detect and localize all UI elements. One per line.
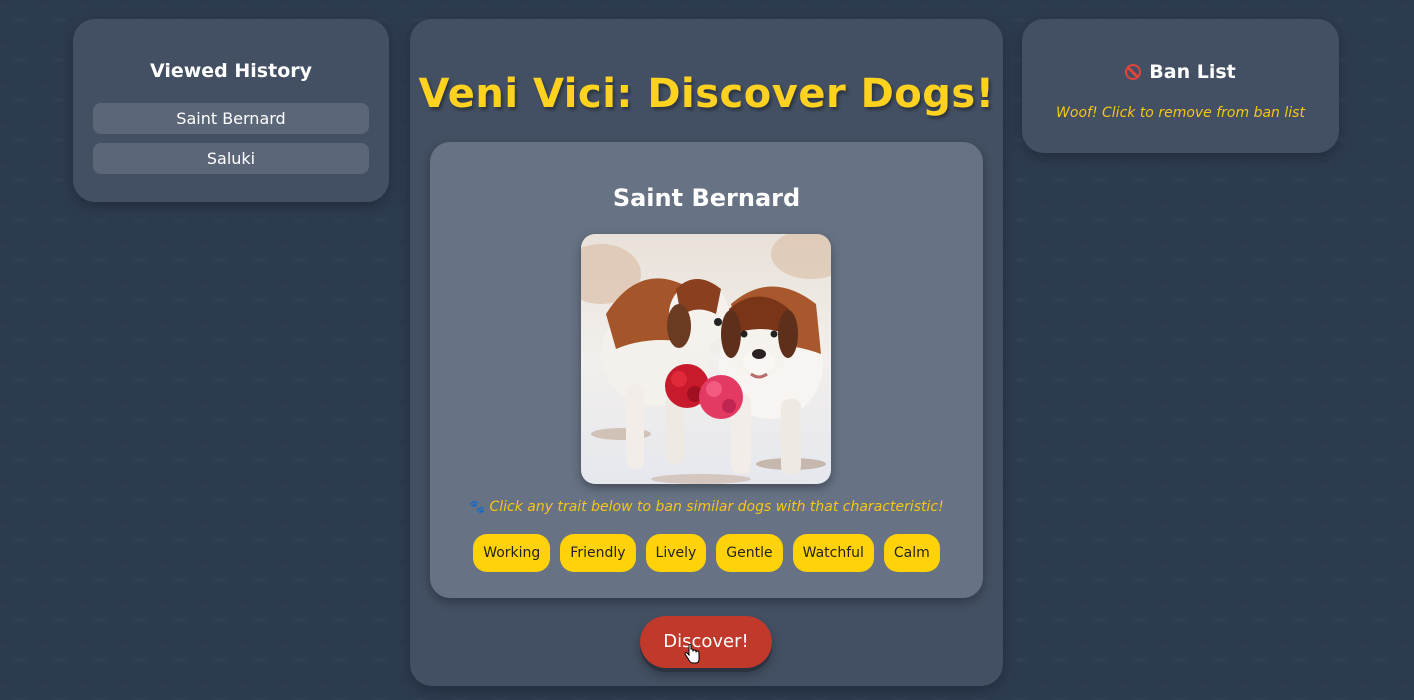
history-title: Viewed History [149,60,313,82]
history-item[interactable]: Saluki [93,143,369,174]
trait-list: Working Friendly Lively Gentle Watchful … [430,534,983,572]
trait-hint: 🐾 Click any trait below to ban similar do… [430,499,983,515]
dog-name: Saint Bernard [612,184,801,212]
ban-list-title: Ban List [1022,61,1339,83]
trait-hint-text: Click any trait below to ban similar dog… [489,499,944,515]
trait-button-calm[interactable]: Calm [883,534,940,572]
paw-icon: 🐾 [469,500,486,515]
ban-list-hint: Woof! Click to remove from ban list [1056,105,1305,121]
page-title: Veni Vici: Discover Dogs! [418,71,995,117]
history-list: Saint Bernard Saluki [93,103,369,183]
trait-button-friendly[interactable]: Friendly [560,534,636,572]
ban-icon [1125,64,1142,80]
discover-button[interactable]: Discover! [640,616,772,668]
trait-button-working[interactable]: Working [473,534,551,572]
ban-list-panel: Ban List Woof! Click to remove from ban … [1022,19,1339,153]
history-item[interactable]: Saint Bernard [93,103,369,134]
main-panel: Veni Vici: Discover Dogs! Saint Bernard [410,19,1003,686]
trait-button-lively[interactable]: Lively [645,534,707,572]
pointer-cursor-icon [684,644,700,664]
trait-button-watchful[interactable]: Watchful [792,534,874,572]
trait-button-gentle[interactable]: Gentle [716,534,783,572]
dog-card: Saint Bernard 🐾 Click any trait below to… [430,142,983,598]
ban-list-title-text: Ban List [1149,61,1236,83]
dog-photo [581,234,831,484]
viewed-history-panel: Viewed History Saint Bernard Saluki [73,19,389,202]
